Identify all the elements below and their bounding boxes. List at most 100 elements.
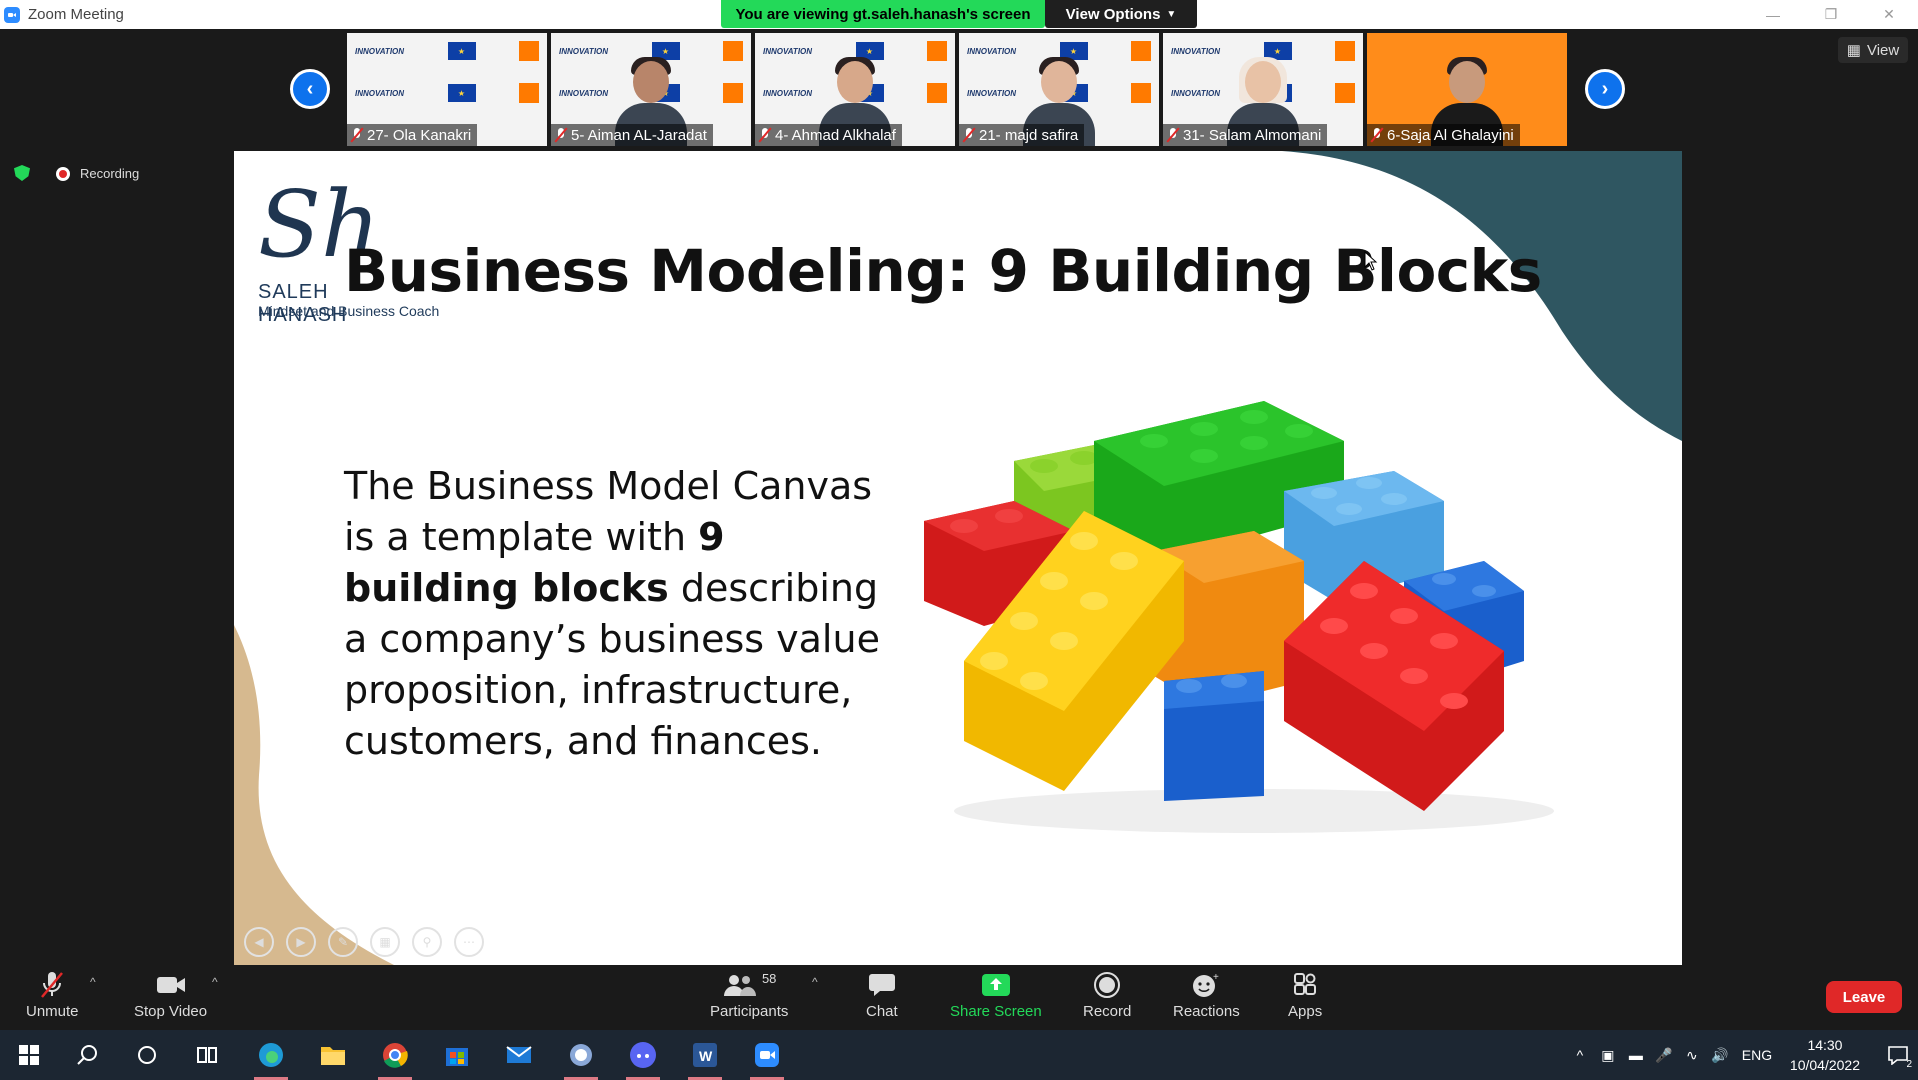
chevron-down-icon: ▼: [1166, 8, 1177, 20]
share-screen-button[interactable]: Share Screen: [950, 969, 1042, 1020]
slide-next-icon[interactable]: ▶: [286, 927, 316, 957]
reactions-button[interactable]: + Reactions: [1173, 969, 1240, 1020]
orange-logo-icon: [1130, 83, 1151, 103]
zoom-taskbar-icon[interactable]: [742, 1030, 792, 1080]
muted-microphone-icon: [38, 969, 66, 1001]
edge-browser-icon[interactable]: [246, 1030, 296, 1080]
wifi-icon[interactable]: ∿: [1678, 1030, 1706, 1080]
innovation-logo-text: INNOVATION: [355, 46, 405, 56]
show-hidden-icons-chevron-icon[interactable]: ^: [1566, 1030, 1594, 1080]
next-page-button[interactable]: ›: [1585, 69, 1625, 109]
chrome-icon[interactable]: [370, 1030, 420, 1080]
stop-video-button[interactable]: Stop Video: [134, 969, 207, 1020]
person-head: [837, 61, 873, 103]
recording-label: Recording: [80, 166, 140, 181]
word-icon[interactable]: W: [680, 1030, 730, 1080]
apps-label: Apps: [1288, 1003, 1323, 1020]
participant-thumbnail[interactable]: INNOVATION ★ INNOVATION ★ 27- Ola Kanakri: [347, 33, 547, 146]
smiley-icon: +: [1191, 969, 1221, 1001]
record-icon: [1093, 969, 1121, 1001]
participant-thumbnail[interactable]: INNOVATION★INNOVATION★4- Ahmad Alkhalaf: [755, 33, 955, 146]
microphone-tray-icon[interactable]: 🎤: [1650, 1030, 1678, 1080]
discord-icon[interactable]: [618, 1030, 668, 1080]
slide-grid-icon[interactable]: ▦: [370, 927, 400, 957]
system-clock[interactable]: 14:30 10/04/2022: [1790, 1035, 1860, 1075]
blue-brick-bottom: [1164, 671, 1264, 801]
file-explorer-icon[interactable]: [308, 1030, 358, 1080]
unmute-button[interactable]: Unmute: [26, 969, 79, 1020]
apps-icon: [1292, 969, 1318, 1001]
task-view-icon[interactable]: [182, 1030, 232, 1080]
audio-options-caret-icon[interactable]: ^: [90, 975, 96, 989]
stop-video-label: Stop Video: [134, 1003, 208, 1020]
recording-indicator[interactable]: Recording: [56, 166, 139, 181]
volume-icon[interactable]: 🔊: [1706, 1030, 1734, 1080]
leave-button[interactable]: Leave: [1826, 981, 1902, 1013]
minimize-icon[interactable]: —: [1744, 0, 1802, 29]
store-icon[interactable]: [432, 1030, 482, 1080]
innovation-logo-text: INNOVATION: [559, 46, 609, 56]
innovation-logo-text: INNOVATION: [1171, 46, 1221, 56]
slide-navigation-tools: ◀ ▶ ✎ ▦ ⚲ ⋯: [244, 927, 484, 957]
shared-screen-slide: Sh SALEH HANASH Mindset and Business Coa…: [234, 151, 1682, 965]
clock-time: 14:30: [1807, 1037, 1843, 1053]
close-icon[interactable]: ✕: [1860, 0, 1918, 29]
grid-icon: ▦: [1846, 42, 1861, 59]
security-shield-icon[interactable]: [14, 165, 30, 181]
cortana-icon[interactable]: [122, 1030, 172, 1080]
view-options-button[interactable]: View Options ▼: [1045, 0, 1197, 28]
participant-thumbnail[interactable]: 6-Saja Al Ghalayini: [1367, 33, 1567, 146]
person-head: [633, 61, 669, 103]
notification-count: 2: [1906, 1059, 1912, 1070]
participants-options-caret-icon[interactable]: ^: [812, 975, 818, 989]
participant-name-tag: 5- Aiman AL-Jaradat: [551, 124, 713, 146]
participant-thumbnail[interactable]: INNOVATION★INNOVATION★5- Aiman AL-Jarada…: [551, 33, 751, 146]
slide-title: Business Modeling: 9 Building Blocks: [344, 237, 1542, 305]
view-layout-button[interactable]: ▦ View: [1838, 37, 1908, 63]
chevron-left-icon: ‹: [306, 77, 314, 100]
previous-page-button[interactable]: ‹: [290, 69, 330, 109]
muted-microphone-icon: [1371, 128, 1383, 142]
lego-bricks-image: [924, 401, 1554, 833]
eu-flag-icon: ★: [447, 84, 476, 102]
vpn-app-icon[interactable]: [556, 1030, 606, 1080]
participant-thumbnail[interactable]: INNOVATION★INNOVATION★31- Salam Almomani: [1163, 33, 1363, 146]
orange-logo-icon: [722, 83, 743, 103]
thumbnail-banner: INNOVATION ★: [355, 81, 539, 105]
notification-center-icon[interactable]: 2: [1878, 1030, 1918, 1080]
orange-logo-icon: [518, 41, 539, 61]
slide-prev-icon[interactable]: ◀: [244, 927, 274, 957]
record-button[interactable]: Record: [1083, 969, 1131, 1020]
participant-thumbnail-strip: INNOVATION ★ INNOVATION ★ 27- Ola Kanakri INN…: [347, 33, 1567, 146]
mail-icon[interactable]: [494, 1030, 544, 1080]
system-tray: ^ ▣ ▬ 🎤 ∿ 🔊 ENG 14:30 10/04/2022 2: [1566, 1030, 1918, 1080]
more-options-icon[interactable]: ⋯: [454, 927, 484, 957]
participants-icon: [723, 975, 756, 996]
participants-button[interactable]: 58 Participants: [710, 969, 788, 1020]
participant-thumbnail[interactable]: INNOVATION★INNOVATION★21- majd safira: [959, 33, 1159, 146]
input-language[interactable]: ENG: [1734, 1030, 1780, 1080]
muted-microphone-icon: [759, 128, 771, 142]
battery-icon[interactable]: ▬: [1622, 1030, 1650, 1080]
chevron-right-icon: ›: [1601, 77, 1609, 100]
orange-logo-icon: [1334, 41, 1355, 61]
pen-icon[interactable]: ✎: [328, 927, 358, 957]
participants-count: 58: [761, 971, 777, 986]
zoom-icon[interactable]: ⚲: [412, 927, 442, 957]
svg-text:+: +: [1213, 972, 1219, 983]
windows-start-icon[interactable]: [4, 1030, 54, 1080]
meet-now-icon[interactable]: ▣: [1594, 1030, 1622, 1080]
video-camera-icon: [155, 969, 187, 1001]
orange-logo-icon: [722, 41, 743, 61]
participant-name: 4- Ahmad Alkhalaf: [775, 126, 896, 144]
window-controls: — ❐ ✕: [1744, 0, 1918, 29]
participant-name: 27- Ola Kanakri: [367, 126, 472, 144]
body-text-part1: The Business Model Canvas is a template …: [344, 464, 873, 559]
participant-name-tag: 4- Ahmad Alkhalaf: [755, 124, 902, 146]
recording-dot-icon: [56, 166, 70, 181]
restore-icon[interactable]: ❐: [1802, 0, 1860, 29]
video-options-caret-icon[interactable]: ^: [212, 975, 218, 989]
apps-button[interactable]: Apps: [1288, 969, 1322, 1020]
chat-button[interactable]: Chat: [866, 969, 898, 1020]
search-icon[interactable]: [62, 1030, 112, 1080]
